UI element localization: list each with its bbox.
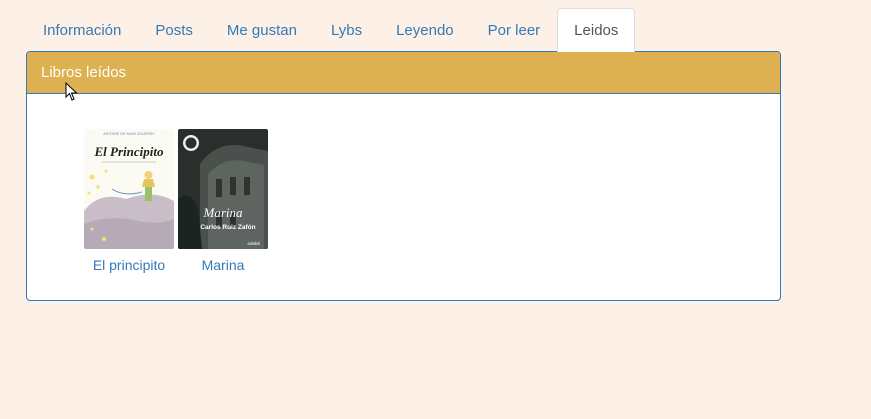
tab-lybs[interactable]: Lybs: [314, 8, 379, 51]
tab-leidos[interactable]: Leidos: [557, 8, 636, 52]
tab-posts[interactable]: Posts: [138, 8, 210, 51]
book-title[interactable]: Marina: [163, 257, 283, 273]
cover-author-text: ANTOINE DE SAINT-EXUPÉRY: [103, 131, 155, 136]
book-cover-el-principito[interactable]: ANTOINE DE SAINT-EXUPÉRY El Principito: [84, 129, 174, 249]
profile-tabs: Información Posts Me gustan Lybs Leyendo…: [26, 8, 781, 52]
cover-title-text: Marina: [203, 205, 244, 220]
book-cover-marina[interactable]: Marina Carlos Ruiz Zafón edebé: [178, 129, 268, 249]
cover-publisher-text: edebé: [247, 241, 260, 246]
tab-me-gustan[interactable]: Me gustan: [210, 8, 314, 51]
read-books-panel: Libros leídos ANTOINE DE SAINT-EXUPÉRY E…: [26, 51, 781, 301]
cover-author-text: Carlos Ruiz Zafón: [200, 224, 255, 231]
book-item-marina[interactable]: Marina Carlos Ruiz Zafón edebé Marina: [163, 129, 283, 273]
tab-por-leer[interactable]: Por leer: [471, 8, 558, 51]
mouse-cursor-icon: [65, 82, 78, 101]
tab-informacion[interactable]: Información: [26, 8, 138, 51]
cover-title-text: El Principito: [94, 144, 164, 159]
tab-leyendo[interactable]: Leyendo: [379, 8, 471, 51]
panel-heading: Libros leídos: [27, 52, 780, 94]
